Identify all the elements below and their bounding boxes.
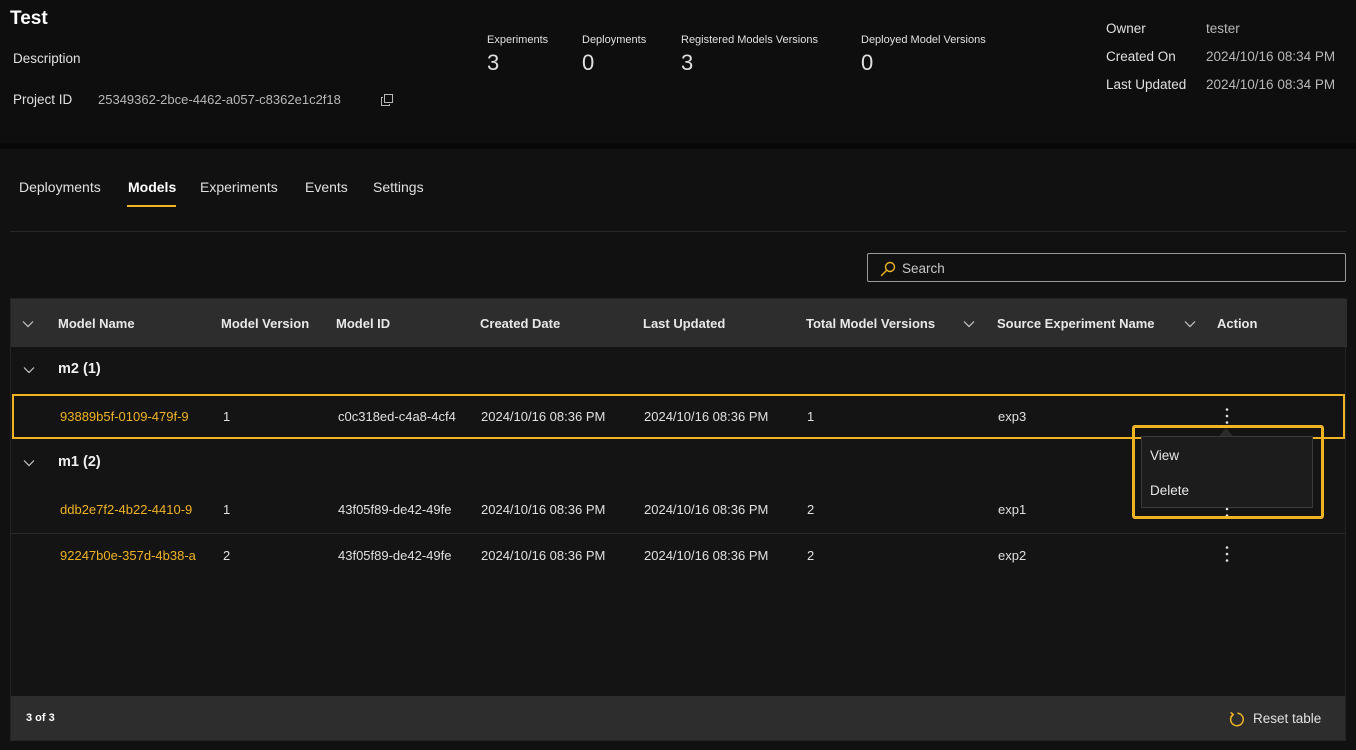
stat-value: 3	[681, 50, 694, 75]
stat-label: Registered Models Versions	[681, 34, 818, 46]
model-id-cell: 43f05f89-de42-49fe	[338, 502, 452, 517]
tab-events[interactable]: Events	[305, 179, 348, 195]
total-versions-cell: 2	[807, 502, 815, 517]
last-updated-label: Last Updated	[1106, 77, 1187, 92]
model-id-cell: 43f05f89-de42-49fe	[338, 548, 452, 563]
tab-experiments[interactable]: Experiments	[200, 179, 278, 195]
model-version-cell: 2	[223, 548, 231, 563]
chevron-down-icon[interactable]	[22, 320, 34, 328]
model-name-link[interactable]: 92247b0e-357d-4b38-a	[60, 548, 212, 563]
search-box[interactable]	[867, 253, 1346, 282]
chevron-down-icon[interactable]	[1184, 320, 1196, 328]
tab-deployments[interactable]: Deployments	[19, 179, 101, 195]
tab-settings[interactable]: Settings	[373, 179, 424, 195]
row-count: 3 of 3	[26, 712, 55, 724]
column-total-model-versions[interactable]: Total Model Versions	[806, 316, 935, 331]
active-tab-indicator	[127, 205, 176, 207]
stat-value: 0	[861, 50, 874, 75]
owner-value: tester	[1206, 21, 1240, 36]
description-label: Description	[13, 51, 81, 66]
created-date-cell: 2024/10/16 08:36 PM	[481, 548, 606, 563]
column-model-id[interactable]: Model ID	[336, 316, 390, 331]
last-updated-value: 2024/10/16 08:34 PM	[1206, 77, 1336, 92]
action-menu-highlight	[1132, 425, 1324, 519]
project-header: Test Description Project ID 25349362-2bc…	[0, 0, 1356, 143]
column-source-experiment-name[interactable]: Source Experiment Name	[997, 316, 1155, 331]
tab-models[interactable]: Models	[128, 179, 176, 195]
stat-registered-model-versions: Registered Models Versions 3	[681, 34, 818, 76]
last-updated-cell: 2024/10/16 08:36 PM	[644, 502, 769, 517]
created-on-value: 2024/10/16 08:34 PM	[1206, 49, 1336, 64]
search-icon	[880, 261, 896, 277]
last-updated-cell: 2024/10/16 08:36 PM	[644, 548, 769, 563]
reset-icon	[1229, 712, 1244, 727]
total-versions-cell: 2	[807, 548, 815, 563]
header-separator	[0, 143, 1356, 149]
table-header: Model Name Model Version Model ID Create…	[11, 299, 1347, 347]
project-id-label: Project ID	[13, 92, 73, 107]
table-footer: 3 of 3 Reset table	[11, 696, 1345, 740]
kebab-menu-icon[interactable]	[1220, 545, 1234, 563]
group-row-m2[interactable]: m2 (1)	[11, 348, 1345, 392]
owner-label: Owner	[1106, 21, 1146, 36]
chevron-down-icon[interactable]	[23, 366, 35, 374]
stat-value: 3	[487, 50, 500, 75]
reset-table-label: Reset table	[1253, 711, 1322, 726]
chevron-down-icon[interactable]	[963, 320, 975, 328]
models-table: Model Name Model Version Model ID Create…	[10, 298, 1347, 741]
tabs-divider	[10, 231, 1346, 232]
page-title: Test	[10, 8, 48, 29]
column-last-updated[interactable]: Last Updated	[643, 316, 725, 331]
stat-label: Deployed Model Versions	[861, 34, 986, 46]
created-date-cell: 2024/10/16 08:36 PM	[481, 502, 606, 517]
column-created-date[interactable]: Created Date	[480, 316, 560, 331]
stat-label: Deployments	[582, 34, 647, 46]
copy-icon[interactable]	[381, 94, 393, 106]
group-label: m2 (1)	[58, 361, 101, 377]
model-version-cell: 1	[223, 502, 231, 517]
model-name-link[interactable]: ddb2e7f2-4b22-4410-9	[60, 502, 212, 517]
column-action: Action	[1217, 316, 1258, 331]
search-input[interactable]	[902, 259, 1332, 277]
stat-deployments: Deployments 0	[582, 34, 646, 76]
stat-experiments: Experiments 3	[487, 34, 548, 76]
source-experiment-cell: exp2	[998, 548, 1027, 563]
project-id-value: 25349362-2bce-4462-a057-c8362e1c2f18	[98, 92, 341, 107]
table-row[interactable]: 92247b0e-357d-4b38-a 2 43f05f89-de42-49f…	[11, 533, 1345, 579]
chevron-down-icon[interactable]	[23, 459, 35, 467]
column-model-name[interactable]: Model Name	[58, 316, 135, 331]
stat-label: Experiments	[487, 34, 549, 46]
reset-table-button[interactable]: Reset table	[1229, 710, 1339, 728]
created-on-label: Created On	[1106, 49, 1176, 64]
column-model-version[interactable]: Model Version	[221, 316, 309, 331]
stat-deployed-model-versions: Deployed Model Versions 0	[861, 34, 986, 76]
source-experiment-cell: exp1	[998, 502, 1027, 517]
group-label: m1 (2)	[58, 454, 101, 470]
stat-value: 0	[582, 50, 595, 75]
